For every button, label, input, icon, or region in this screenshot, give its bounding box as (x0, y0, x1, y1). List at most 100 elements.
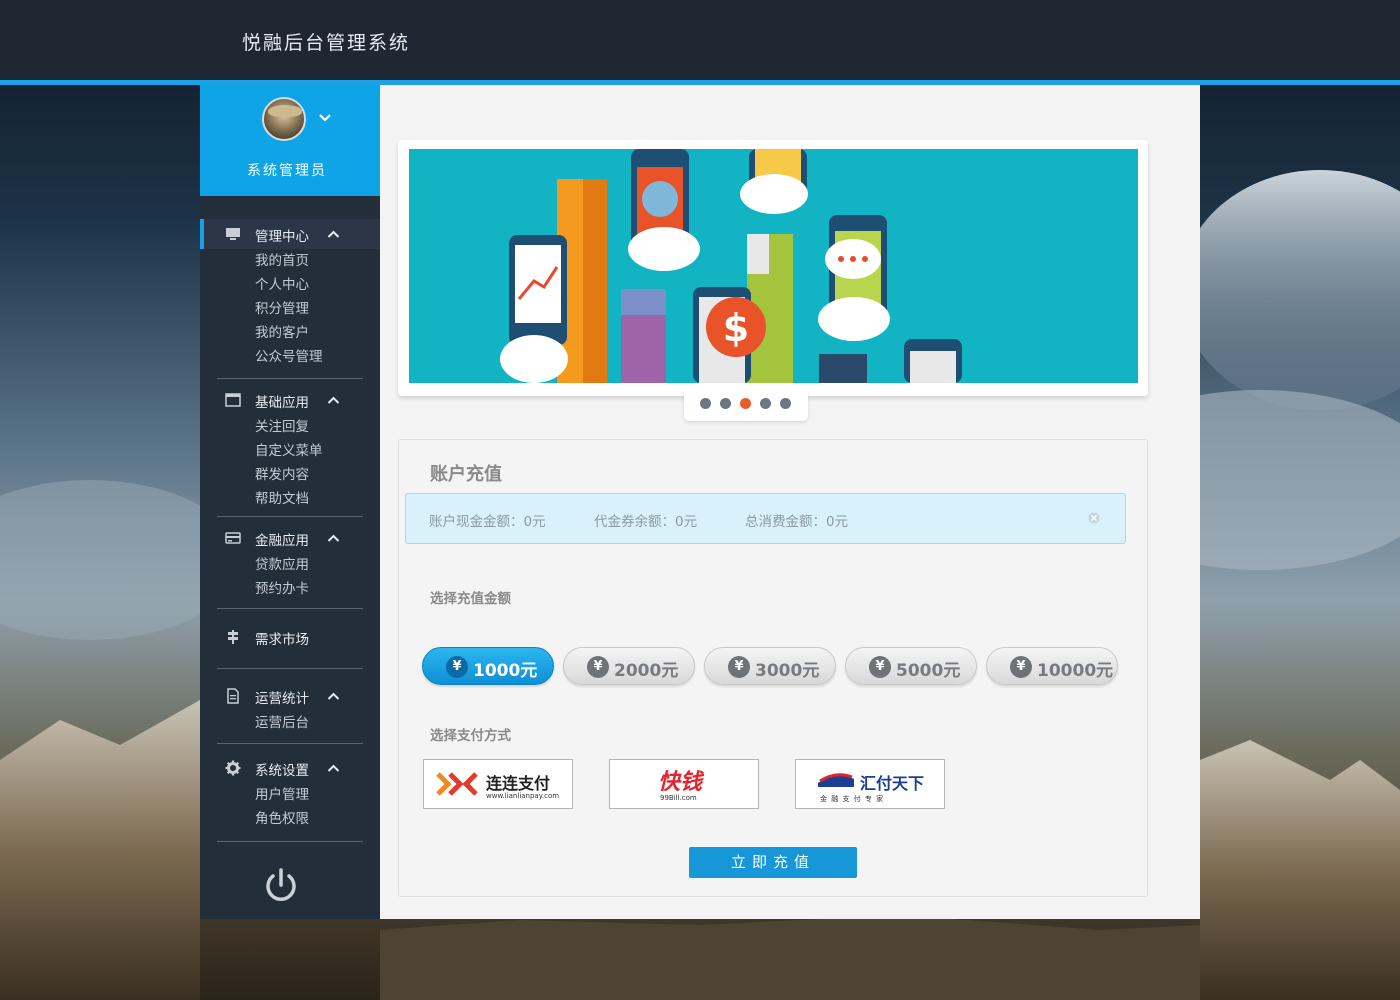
menu-group-stats: 运营统计 运营后台 (200, 681, 380, 735)
cash-balance: 账户现金金额：0元 (429, 514, 546, 530)
top-header: 悦融后台管理系统 (0, 0, 1400, 80)
balance-info-bar: 账户现金金额：0元 代金券余额：0元 总消费金额：0元 (405, 493, 1126, 544)
divider (217, 668, 363, 669)
monitor-icon (226, 228, 240, 240)
yen-icon: ¥ (446, 656, 468, 678)
recharge-submit-button[interactable]: 立即充值 (689, 847, 857, 878)
payment-name: 连连支付 (486, 774, 551, 793)
payment-sub: www.lianlianpay.com (486, 792, 560, 800)
yen-icon: ¥ (869, 656, 891, 678)
menu-group-basic: 基础应用 关注回复 自定义菜单 群发内容 帮助文档 (200, 385, 380, 511)
menu-head-stats[interactable]: 运营统计 (200, 681, 380, 711)
chevron-up-icon[interactable] (327, 532, 340, 545)
payment-section-label: 选择支付方式 (430, 728, 511, 744)
recharge-title: 账户充值 (430, 464, 502, 485)
menu-label: 运营统计 (255, 691, 309, 707)
chevron-up-icon[interactable] (327, 762, 340, 775)
yen-icon: ¥ (728, 656, 750, 678)
amount-label: 5000元 (896, 661, 961, 681)
payment-sub: 99Bill.com (660, 794, 697, 802)
menu-item-custom-menu[interactable]: 自定义菜单 (200, 439, 380, 463)
divider (217, 608, 363, 609)
menu-item-official-account[interactable]: 公众号管理 (200, 345, 380, 369)
carousel-dot-5[interactable] (780, 398, 791, 409)
menu-item-home[interactable]: 我的首页 (200, 249, 380, 273)
svg-text:$: $ (723, 306, 749, 350)
menu-label: 管理中心 (255, 229, 309, 245)
divider (217, 516, 363, 517)
document-icon (227, 688, 239, 704)
carousel-dots (684, 389, 808, 421)
menu-group-market: 需求市场 (200, 622, 380, 652)
window-icon (225, 393, 241, 407)
close-icon[interactable] (1088, 512, 1100, 524)
menu-item-help-docs[interactable]: 帮助文档 (200, 487, 380, 511)
menu-head-management[interactable]: 管理中心 (200, 219, 380, 249)
menu-group-settings: 系统设置 用户管理 角色权限 (200, 753, 380, 831)
menu-item-profile[interactable]: 个人中心 (200, 273, 380, 297)
menu-label: 需求市场 (255, 632, 309, 648)
menu-item-customers[interactable]: 我的客户 (200, 321, 380, 345)
yen-icon: ¥ (1010, 656, 1032, 678)
app-title: 悦融后台管理系统 (242, 32, 411, 54)
power-icon[interactable] (262, 867, 300, 905)
payment-name: 汇付天下 (860, 774, 925, 793)
menu-group-finance: 金融应用 贷款应用 预约办卡 (200, 523, 380, 601)
payment-option-lianlian[interactable]: 连连支付 www.lianlianpay.com (423, 759, 573, 809)
chevron-up-icon[interactable] (327, 228, 340, 241)
amount-option-3000[interactable]: ¥ 3000元 (704, 647, 836, 685)
chevron-up-icon[interactable] (327, 394, 340, 407)
menu-head-settings[interactable]: 系统设置 (200, 753, 380, 783)
menu-item-broadcast[interactable]: 群发内容 (200, 463, 380, 487)
divider (217, 378, 363, 379)
menu-item-points[interactable]: 积分管理 (200, 297, 380, 321)
amount-label: 10000元 (1037, 661, 1114, 681)
menu-item-users[interactable]: 用户管理 (200, 783, 380, 807)
sidebar: 系统管理员 管理中心 我的首页 个人中心 积分管理 我的客户 公众号管理 基础应… (200, 85, 380, 919)
total-spent: 总消费金额：0元 (745, 514, 849, 530)
menu-item-loans[interactable]: 贷款应用 (200, 553, 380, 577)
chevron-up-icon[interactable] (327, 690, 340, 703)
menu-item-card-booking[interactable]: 预约办卡 (200, 577, 380, 601)
carousel-dot-3[interactable] (740, 398, 751, 409)
payment-sub: 金 融 支 付 专 家 (820, 795, 885, 803)
banner-carousel: $ (398, 140, 1148, 396)
voucher-balance: 代金券余额：0元 (594, 514, 698, 530)
user-name: 系统管理员 (247, 163, 327, 179)
yen-icon: ¥ (587, 656, 609, 678)
chinapnr-logo-icon (818, 773, 854, 787)
avatar[interactable] (262, 97, 306, 141)
payment-name: 快钱 (658, 770, 703, 795)
menu-label: 基础应用 (255, 395, 309, 411)
menu-item-roles[interactable]: 角色权限 (200, 807, 380, 831)
menu-head-finance[interactable]: 金融应用 (200, 523, 380, 553)
menu-group-management: 管理中心 我的首页 个人中心 积分管理 我的客户 公众号管理 (200, 219, 380, 369)
amount-option-1000[interactable]: ¥ 1000元 (422, 647, 554, 685)
menu-item-ops-backend[interactable]: 运营后台 (200, 711, 380, 735)
card-icon (225, 532, 241, 544)
amount-option-10000[interactable]: ¥ 10000元 (986, 647, 1118, 685)
carousel-dot-1[interactable] (700, 398, 711, 409)
menu-label: 系统设置 (255, 763, 309, 779)
carousel-dot-2[interactable] (720, 398, 731, 409)
menu-item-follow-reply[interactable]: 关注回复 (200, 415, 380, 439)
banner-image[interactable]: $ (409, 149, 1138, 383)
payment-option-chinapnr[interactable]: 汇付天下 金 融 支 付 专 家 (795, 759, 945, 809)
chevron-down-icon[interactable] (318, 111, 332, 125)
amount-label: 3000元 (755, 661, 820, 681)
carousel-dot-4[interactable] (760, 398, 771, 409)
menu-label: 金融应用 (255, 533, 309, 549)
user-panel: 系统管理员 (200, 85, 380, 196)
recharge-panel: 账户充值 账户现金金额：0元 代金券余额：0元 总消费金额：0元 选择充值金额 … (398, 439, 1148, 897)
menu-head-basic[interactable]: 基础应用 (200, 385, 380, 415)
amount-option-5000[interactable]: ¥ 5000元 (845, 647, 977, 685)
lianlian-logo-icon (436, 772, 478, 796)
divider (217, 841, 363, 842)
amount-label: 2000元 (614, 661, 679, 681)
divider (217, 743, 363, 744)
payment-option-99bill[interactable]: 快钱 99Bill.com (609, 759, 759, 809)
gear-icon (225, 760, 241, 776)
amount-section-label: 选择充值金额 (430, 591, 511, 607)
amount-option-2000[interactable]: ¥ 2000元 (563, 647, 695, 685)
menu-head-market[interactable]: 需求市场 (200, 622, 380, 652)
